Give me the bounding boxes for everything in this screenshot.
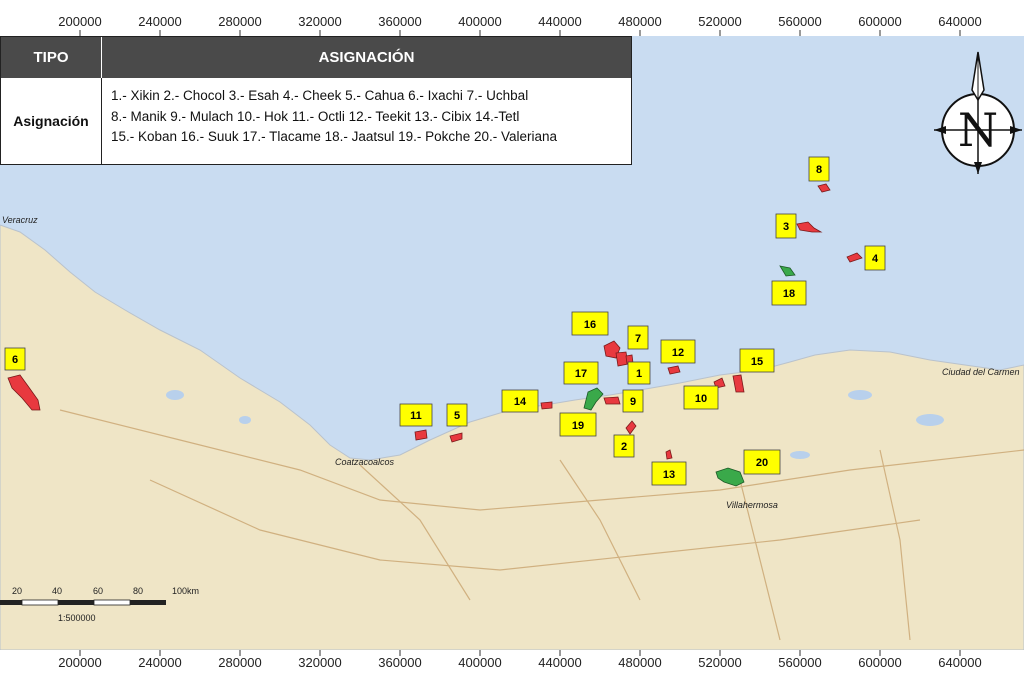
legend-table: TIPO ASIGNACIÓN Asignación 1.- Xikin 2.-…	[0, 36, 632, 165]
tag-1[interactable]: 1	[627, 361, 651, 385]
city-label-veracruz: Veracruz	[2, 215, 38, 225]
lake	[848, 390, 872, 400]
tag-17[interactable]: 17	[563, 361, 599, 385]
svg-text:11: 11	[410, 410, 422, 422]
tag-12[interactable]: 12	[660, 339, 696, 364]
svg-text:17: 17	[575, 368, 587, 380]
svg-text:16: 16	[584, 319, 596, 331]
svg-text:13: 13	[663, 469, 675, 481]
scale-tick-100km: 100km	[172, 586, 199, 596]
block-11-octli[interactable]	[414, 429, 428, 441]
top-coordinate-label: 600000	[858, 14, 901, 29]
lake	[790, 451, 810, 459]
top-coordinate-label: 360000	[378, 14, 421, 29]
scale-tick-80: 80	[133, 586, 143, 596]
tag-20[interactable]: 20	[743, 449, 781, 475]
lake	[166, 390, 184, 400]
legend-line: 1.- Xikin 2.- Chocol 3.- Esah 4.- Cheek …	[111, 88, 529, 103]
svg-text:18: 18	[783, 288, 795, 300]
map-viewport[interactable]: 200000 240000 280000 320000 360000 400000 4400…	[0, 0, 1024, 680]
top-coordinate-label: 440000	[538, 14, 581, 29]
legend-body-row: Asignación 1.- Xikin 2.- Chocol 3.- Esah…	[1, 78, 631, 164]
top-coordinate-label: 560000	[778, 14, 821, 29]
svg-text:10: 10	[695, 393, 707, 405]
compass-letter: N	[958, 103, 998, 157]
bottom-coordinate-label: 240000	[138, 655, 181, 670]
top-coordinate-label: 520000	[698, 14, 741, 29]
top-coordinate-label: 200000	[58, 14, 101, 29]
tag-3[interactable]: 3	[775, 213, 797, 239]
top-coordinate-label: 640000	[938, 14, 981, 29]
bottom-coordinate-label: 560000	[778, 655, 821, 670]
bottom-coordinate-label: 600000	[858, 655, 901, 670]
legend-row-type: Asignación	[1, 78, 102, 164]
svg-text:6: 6	[12, 354, 18, 366]
city-label-ciudad-del-carmen: Ciudad del Carmen	[942, 367, 1020, 377]
legend-assignment-list: 1.- Xikin 2.- Chocol 3.- Esah 4.- Cheek …	[102, 78, 631, 164]
tag-18[interactable]: 18	[771, 280, 807, 306]
svg-text:1: 1	[636, 368, 642, 380]
scale-tick-60: 60	[93, 586, 103, 596]
scale-tick-40: 40	[52, 586, 62, 596]
top-coordinate-label: 280000	[218, 14, 261, 29]
bottom-coordinate-label: 320000	[298, 655, 341, 670]
tag-14[interactable]: 14	[501, 389, 539, 413]
city-label-villahermosa: Villahermosa	[726, 500, 778, 510]
scale-tick-20: 20	[12, 586, 22, 596]
bottom-coordinate-label: 200000	[58, 655, 101, 670]
tag-2[interactable]: 2	[613, 434, 635, 458]
tag-11[interactable]: 11	[399, 403, 433, 427]
tag-4[interactable]: 4	[864, 245, 886, 271]
tag-8[interactable]: 8	[808, 156, 830, 182]
city-label-coatzacoalcos: Coatzacoalcos	[335, 457, 395, 467]
bottom-coordinate-label: 480000	[618, 655, 661, 670]
svg-text:9: 9	[630, 396, 636, 408]
top-coordinate-label: 320000	[298, 14, 341, 29]
tag-13[interactable]: 13	[651, 461, 687, 486]
svg-text:15: 15	[751, 356, 763, 368]
tag-16[interactable]: 16	[571, 311, 609, 336]
legend-header-row: TIPO ASIGNACIÓN	[1, 37, 631, 78]
svg-text:7: 7	[635, 333, 641, 345]
legend-header-asignacion: ASIGNACIÓN	[318, 49, 415, 66]
bottom-coordinate-label: 400000	[458, 655, 501, 670]
svg-text:4: 4	[872, 253, 879, 265]
bottom-coordinate-label: 360000	[378, 655, 421, 670]
tag-6[interactable]: 6	[4, 347, 26, 371]
block-19-pokche[interactable]	[603, 396, 621, 405]
tag-9[interactable]: 9	[622, 389, 644, 413]
top-coordinate-label: 480000	[618, 14, 661, 29]
svg-text:20: 20	[756, 457, 768, 469]
tag-7[interactable]: 7	[627, 325, 649, 350]
bottom-coordinate-label: 280000	[218, 655, 261, 670]
tag-5[interactable]: 5	[446, 403, 468, 427]
legend-header-tipo: TIPO	[1, 37, 102, 78]
legend-line: 8.- Manik 9.- Mulach 10.- Hok 11.- Octli…	[111, 108, 520, 124]
bottom-coordinate-label: 440000	[538, 655, 581, 670]
svg-text:19: 19	[572, 420, 584, 432]
lake	[239, 416, 251, 424]
bottom-coordinate-label: 640000	[938, 655, 981, 670]
svg-text:3: 3	[783, 221, 789, 233]
tag-15[interactable]: 15	[739, 348, 775, 373]
scale-ratio: 1:500000	[58, 613, 96, 623]
svg-text:2: 2	[621, 441, 627, 453]
svg-text:14: 14	[514, 396, 527, 408]
top-coordinate-label: 400000	[458, 14, 501, 29]
block-14-tetl[interactable]	[540, 401, 553, 410]
top-coordinate-label: 240000	[138, 14, 181, 29]
svg-text:5: 5	[454, 410, 460, 422]
svg-text:8: 8	[816, 164, 822, 176]
tag-10[interactable]: 10	[683, 385, 719, 410]
tag-19[interactable]: 19	[559, 412, 597, 437]
bottom-coordinate-label: 520000	[698, 655, 741, 670]
lake	[916, 414, 944, 426]
svg-text:12: 12	[672, 347, 684, 359]
legend-line: 15.- Koban 16.- Suuk 17.- Tlacame 18.- J…	[111, 129, 558, 144]
